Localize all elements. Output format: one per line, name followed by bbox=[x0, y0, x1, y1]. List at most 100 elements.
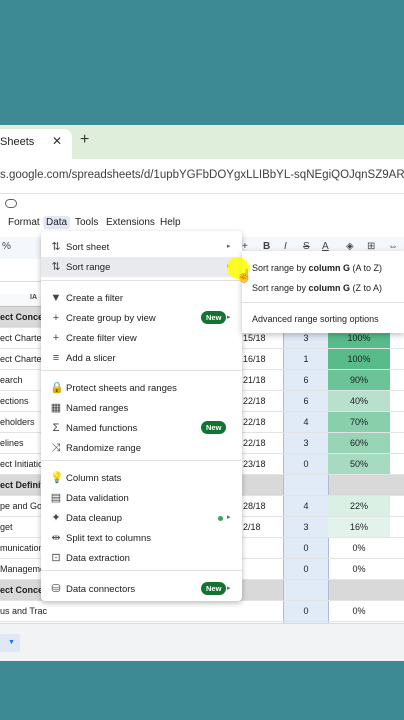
selected-column-cell[interactable]: 0 bbox=[283, 454, 329, 474]
menu-item-named-ranges[interactable]: ▦ Named ranges bbox=[41, 398, 242, 418]
selected-column-cell[interactable]: 4 bbox=[283, 496, 329, 516]
task-cell[interactable]: Manageme bbox=[0, 564, 45, 574]
percent-cell[interactable]: 40% bbox=[328, 391, 390, 411]
menu-item-randomize-range[interactable]: ⤨ Randomize range bbox=[41, 438, 242, 458]
selected-column-cell[interactable]: 4 bbox=[283, 412, 329, 432]
task-cell[interactable]: ect Definit bbox=[0, 480, 44, 490]
selected-column-cell[interactable]: 3 bbox=[283, 433, 329, 453]
percent-cell[interactable]: 90% bbox=[328, 370, 390, 390]
selected-column-cell[interactable]: 0 bbox=[283, 559, 329, 579]
menu-item-create-group-by-view[interactable]: + Create group by view New ▸ bbox=[41, 308, 242, 328]
date-cell[interactable]: 22/18 bbox=[243, 417, 266, 427]
date-cell[interactable]: 28/18 bbox=[243, 501, 266, 511]
menu-item-named-functions[interactable]: Σ Named functions New bbox=[41, 418, 242, 438]
percent-cell[interactable]: 60% bbox=[328, 433, 390, 453]
days-cell: 4 bbox=[303, 417, 309, 427]
percent-cell[interactable]: 70% bbox=[328, 412, 390, 432]
percent-cell[interactable]: 0% bbox=[328, 538, 390, 558]
date-cell[interactable]: 22/18 bbox=[243, 396, 266, 406]
menu-item-label: Data connectors bbox=[66, 584, 136, 595]
menu-item-create-filter-view[interactable]: + Create filter view bbox=[41, 328, 242, 348]
address-bar[interactable]: s.google.com/spreadsheets/d/1upbYGFbDOYg… bbox=[0, 159, 404, 194]
menu-item-protect-sheets-and-ranges[interactable]: 🔒 Protect sheets and ranges bbox=[41, 378, 242, 398]
menu-format[interactable]: Format bbox=[8, 217, 40, 228]
date-cell[interactable]: 23/18 bbox=[243, 459, 266, 469]
percent-cell[interactable]: 0% bbox=[328, 559, 390, 579]
menu-data[interactable]: Data bbox=[43, 216, 71, 229]
selected-column-cell[interactable]: 6 bbox=[283, 370, 329, 390]
sort-za-item[interactable]: Sort range by column G (Z to A) bbox=[252, 283, 382, 293]
date-cell[interactable]: 21/18 bbox=[243, 375, 266, 385]
task-cell[interactable]: earch bbox=[0, 375, 23, 385]
percent-value: 0% bbox=[352, 606, 366, 616]
percent-cell[interactable] bbox=[328, 475, 390, 495]
menu-item-data-validation[interactable]: ▤ Data validation bbox=[41, 488, 242, 508]
menu-divider bbox=[41, 370, 242, 371]
task-cell[interactable]: eholders bbox=[0, 417, 35, 427]
menu-item-column-stats[interactable]: 💡 Column stats bbox=[41, 468, 242, 488]
sort-az-item[interactable]: Sort range by column G (A to Z) bbox=[252, 263, 382, 273]
percent-value: 100% bbox=[347, 333, 371, 343]
task-cell[interactable]: us and Trac bbox=[0, 606, 47, 616]
selected-column-cell[interactable]: 3 bbox=[283, 517, 329, 537]
menu-item-create-a-filter[interactable]: ▼ Create a filter bbox=[41, 288, 242, 308]
percent-cell[interactable]: 100% bbox=[328, 349, 390, 369]
filter-view-icon: + bbox=[52, 332, 60, 344]
selected-column-cell[interactable]: 1 bbox=[283, 349, 329, 369]
menu-item-sort-range[interactable]: ⇅Sort range▸ bbox=[41, 257, 242, 277]
percent-button[interactable]: % bbox=[2, 241, 11, 252]
menu-item-label: Data validation bbox=[66, 493, 129, 504]
task-cell[interactable]: ect Conce bbox=[0, 312, 43, 322]
days-cell: 1 bbox=[303, 354, 309, 364]
date-cell[interactable]: 2/18 bbox=[243, 522, 261, 532]
task-cell[interactable]: ect Charter bbox=[0, 354, 45, 364]
selected-column-cell[interactable]: 6 bbox=[283, 391, 329, 411]
date-cell[interactable]: 22/18 bbox=[243, 438, 266, 448]
task-cell[interactable]: ections bbox=[0, 396, 29, 406]
cloud-icon bbox=[5, 199, 17, 208]
tab-bar: Sheets ✕ + bbox=[0, 125, 404, 159]
percent-cell[interactable]: 16% bbox=[328, 517, 390, 537]
menu-tools[interactable]: Tools bbox=[75, 217, 98, 228]
selected-column-cell[interactable] bbox=[283, 580, 329, 600]
submenu-arrow-icon: ▸ bbox=[227, 243, 231, 250]
menu-item-label: Sort range bbox=[66, 262, 111, 273]
task-cell[interactable]: get bbox=[0, 522, 13, 532]
selected-column-cell[interactable]: 0 bbox=[283, 538, 329, 558]
menu-item-data-connectors[interactable]: ⛁ Data connectors New ▸ bbox=[41, 579, 242, 599]
menu-divider bbox=[41, 570, 242, 571]
date-cell[interactable]: 15/18 bbox=[243, 333, 266, 343]
column-header-label: IA bbox=[30, 294, 37, 301]
url-text[interactable]: s.google.com/spreadsheets/d/1upbYGFbDOYg… bbox=[0, 169, 404, 181]
task-cell[interactable]: ect Charter bbox=[0, 333, 45, 343]
percent-value: 16% bbox=[349, 522, 368, 532]
percent-cell[interactable]: 0% bbox=[328, 601, 390, 621]
percent-cell[interactable]: 22% bbox=[328, 496, 390, 516]
task-cell[interactable]: ect Conce bbox=[0, 585, 43, 595]
percent-value: 60% bbox=[349, 438, 368, 448]
menu-item-add-a-slicer[interactable]: ≡ Add a slicer bbox=[41, 348, 242, 368]
menu-help[interactable]: Help bbox=[160, 217, 181, 228]
task-cell[interactable]: elines bbox=[0, 438, 24, 448]
menu-item-split-text-to-columns[interactable]: ⇹ Split text to columns bbox=[41, 528, 242, 548]
menu-item-label: Data cleanup bbox=[66, 513, 122, 524]
menu-extensions[interactable]: Extensions bbox=[106, 217, 155, 228]
browser-tab[interactable]: Sheets ✕ bbox=[0, 129, 72, 159]
advanced-sort-item[interactable]: Advanced range sorting options bbox=[252, 314, 379, 324]
percent-value: 70% bbox=[349, 417, 368, 427]
sheet-list-button[interactable]: ▼ bbox=[0, 634, 20, 652]
percent-cell[interactable]: 50% bbox=[328, 454, 390, 474]
close-icon[interactable]: ✕ bbox=[52, 134, 62, 148]
split-icon: ⇹ bbox=[51, 532, 61, 544]
date-cell[interactable]: 16/18 bbox=[243, 354, 266, 364]
task-cell[interactable]: munication bbox=[0, 543, 44, 553]
menu-item-data-cleanup[interactable]: ✦ Data cleanup ▸ bbox=[41, 508, 242, 528]
new-badge: New bbox=[201, 421, 227, 434]
percent-cell[interactable] bbox=[328, 580, 390, 600]
table-row[interactable]: us and Trac 0 0% bbox=[0, 601, 404, 622]
new-tab-icon[interactable]: + bbox=[80, 132, 89, 148]
menu-item-sort-sheet[interactable]: ⇅ Sort sheet ▸ bbox=[41, 237, 242, 257]
menu-item-data-extraction[interactable]: ⊡ Data extraction bbox=[41, 548, 242, 568]
selected-column-cell[interactable]: 0 bbox=[283, 601, 329, 621]
selected-column-cell[interactable] bbox=[283, 475, 329, 495]
